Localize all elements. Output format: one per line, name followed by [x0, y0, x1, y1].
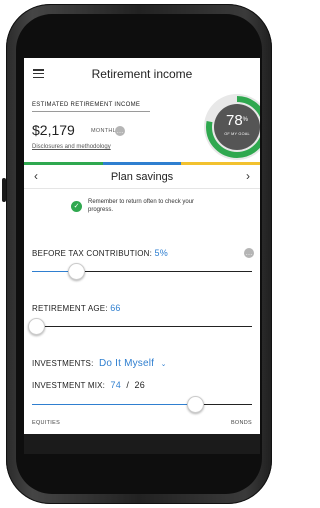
- page-title: Retirement income: [91, 67, 193, 81]
- bottom-bar: [24, 434, 260, 454]
- color-bar-segment: [102, 162, 182, 165]
- goal-label: OF MY GOAL: [224, 132, 250, 136]
- color-bar-segment: [181, 162, 260, 165]
- retirement-age-label: RETIREMENT AGE:: [32, 304, 108, 313]
- investment-mix-slider[interactable]: [32, 396, 252, 413]
- retirement-age-label-row: RETIREMENT AGE: 66: [32, 303, 121, 313]
- goal-progress-ring: 78% OF MY GOAL: [204, 94, 260, 160]
- goal-percent-sign: %: [242, 117, 249, 123]
- disclosures-link[interactable]: Disclosures and methodology: [32, 144, 111, 150]
- contribution-slider[interactable]: [32, 263, 252, 280]
- check-circle-icon: ✓: [71, 201, 82, 212]
- plan-nav: ‹ Plan savings ›: [24, 166, 260, 189]
- goal-center: 78% OF MY GOAL: [214, 104, 260, 150]
- equities-value: 74: [110, 380, 121, 390]
- app-header: Retirement income: [24, 58, 260, 90]
- estimate-label: ESTIMATED RETIREMENT INCOME: [32, 102, 141, 108]
- phone-side-button: [2, 178, 6, 202]
- retirement-age-value: 66: [110, 303, 121, 313]
- equities-label: EQUITIES: [32, 420, 61, 426]
- chevron-down-icon[interactable]: ⌄: [161, 360, 167, 368]
- chevron-right-icon[interactable]: ›: [246, 169, 250, 183]
- investments-dropdown[interactable]: Do It Myself: [99, 358, 154, 369]
- retirement-age-slider[interactable]: [28, 318, 252, 335]
- contribution-info-icon[interactable]: …: [244, 248, 254, 258]
- investments-row: INVESTMENTS: Do It Myself ⌄: [32, 358, 167, 369]
- contribution-label-row: BEFORE TAX CONTRIBUTION: 5%: [32, 248, 168, 258]
- monthly-income-amount: $2,179: [32, 122, 75, 138]
- more-info-icon[interactable]: …: [115, 126, 125, 136]
- estimate-divider: [32, 111, 150, 112]
- contribution-label: BEFORE TAX CONTRIBUTION:: [32, 249, 153, 258]
- bonds-label: BONDS: [230, 420, 252, 426]
- goal-percent: 78%: [214, 112, 260, 129]
- investment-mix-label: INVESTMENT MIX:: [32, 381, 106, 390]
- bonds-value: 26: [134, 380, 145, 390]
- reminder-text: Remember to return often to check your p…: [88, 199, 195, 213]
- investments-label: INVESTMENTS:: [32, 359, 94, 368]
- contribution-slider-handle[interactable]: [68, 263, 85, 280]
- retirement-age-slider-handle[interactable]: [28, 318, 46, 335]
- color-bar-segment: [24, 162, 103, 165]
- plan-title: Plan savings: [110, 171, 174, 183]
- investment-mix-row: INVESTMENT MIX: 74 / 26: [32, 380, 145, 390]
- app-screen: Retirement income ESTIMATED RETIREMENT I…: [24, 58, 260, 434]
- investment-mix-slider-fill: [32, 404, 195, 405]
- color-bar: [24, 162, 260, 165]
- mix-separator: /: [126, 380, 130, 390]
- goal-percent-value: 78: [225, 112, 243, 129]
- contribution-value: 5%: [154, 248, 168, 258]
- investment-mix-slider-handle[interactable]: [186, 396, 204, 413]
